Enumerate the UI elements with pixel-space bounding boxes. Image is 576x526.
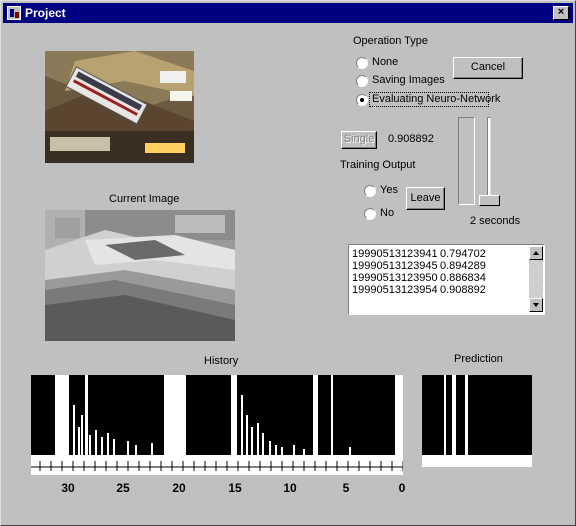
interval-caption: 2 seconds: [470, 215, 521, 227]
single-button[interactable]: Single: [341, 131, 377, 149]
radio-saving-images-label: Saving Images: [372, 74, 445, 86]
prediction-plot: [422, 375, 532, 467]
history-tick-label: 15: [228, 481, 242, 495]
slider-track: [487, 117, 491, 205]
radio-no[interactable]: [364, 208, 376, 220]
history-tick-label: 0: [398, 481, 406, 495]
history-tick-label: 30: [61, 481, 75, 495]
history-plot: [31, 375, 403, 475]
title-bar[interactable]: Project ×: [3, 3, 573, 23]
scrollbar-track[interactable]: [529, 260, 543, 298]
history-tick-label: 5: [342, 481, 350, 495]
camera-image: [45, 51, 194, 163]
radio-saving-images[interactable]: [356, 75, 368, 87]
history-title: History: [204, 355, 239, 367]
project-window: Project × Current Image Operation Type N…: [0, 0, 576, 526]
cancel-button[interactable]: Cancel: [453, 57, 523, 79]
scroll-down-button[interactable]: [529, 298, 543, 312]
history-tick-label: 10: [283, 481, 297, 495]
radio-no-label: No: [380, 207, 395, 219]
list-item[interactable]: 19990513123945 0.894289: [352, 260, 486, 272]
interval-slider[interactable]: [479, 195, 500, 206]
vertical-progress-bar: [458, 117, 475, 205]
history-tick-label: 20: [172, 481, 186, 495]
evaluation-value: 0.908892: [388, 133, 434, 145]
close-button[interactable]: ×: [553, 6, 569, 20]
leave-button[interactable]: Leave: [406, 187, 445, 210]
app-icon: [7, 6, 21, 20]
window-title: Project: [25, 6, 66, 20]
history-tick-label: 25: [116, 481, 130, 495]
radio-yes-label: Yes: [380, 184, 398, 196]
radio-yes[interactable]: [364, 185, 376, 197]
scroll-up-button[interactable]: [529, 246, 543, 260]
radio-evaluating-label: Evaluating Neuro-Network: [372, 93, 501, 105]
operation-type-heading: Operation Type: [353, 35, 429, 47]
radio-none[interactable]: [356, 57, 368, 69]
list-item[interactable]: 19990513123950 0.886834: [352, 272, 486, 284]
current-image-label: Current Image: [109, 193, 180, 205]
radio-evaluating-neuro-network[interactable]: [356, 94, 368, 106]
list-item[interactable]: 19990513123954 0.908892: [352, 284, 486, 296]
current-image: [45, 210, 235, 341]
training-output-heading: Training Output: [340, 159, 416, 171]
radio-none-label: None: [372, 56, 399, 68]
prediction-plot-area: [422, 375, 532, 455]
log-listbox[interactable]: 19990513123941 0.794702 19990513123945 0.8…: [348, 244, 545, 315]
prediction-title: Prediction: [454, 353, 503, 365]
list-item[interactable]: 19990513123941 0.794702: [352, 248, 486, 260]
